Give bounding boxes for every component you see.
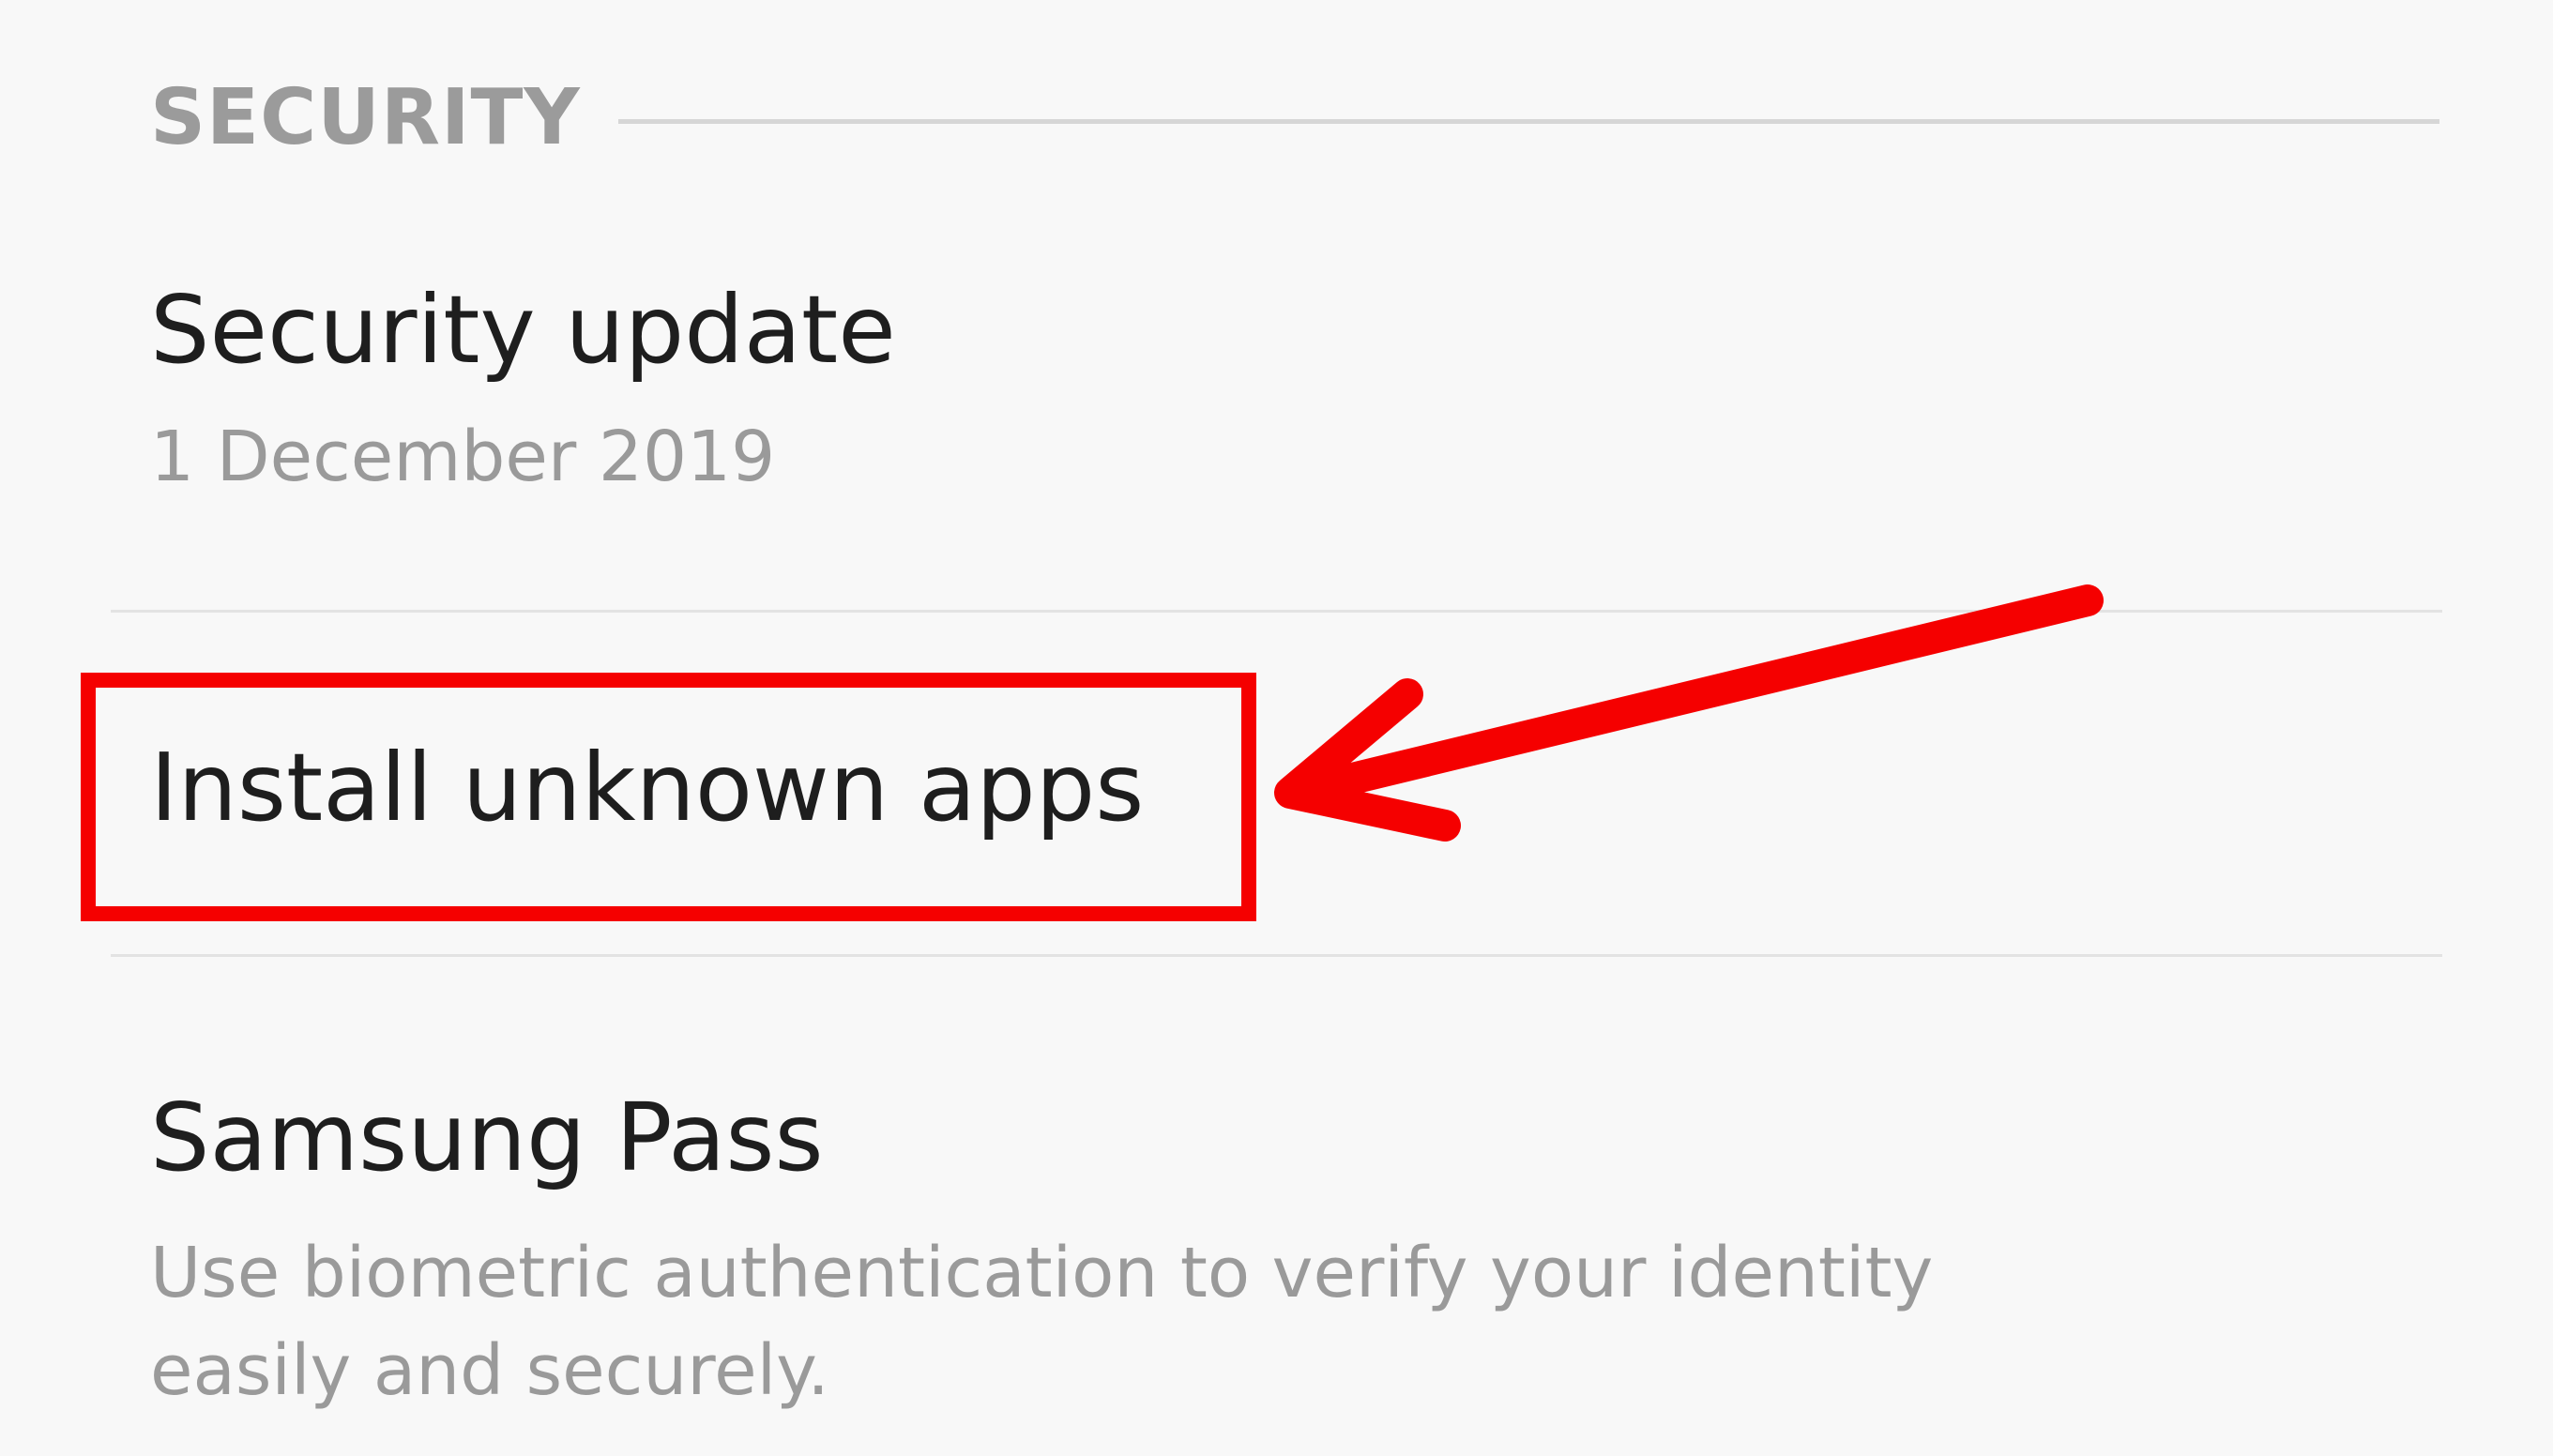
list-divider xyxy=(111,954,2442,957)
samsung-pass-title: Samsung Pass xyxy=(150,1083,824,1192)
samsung-pass-description: Use biometric authentication to verify y… xyxy=(150,1233,1934,1411)
